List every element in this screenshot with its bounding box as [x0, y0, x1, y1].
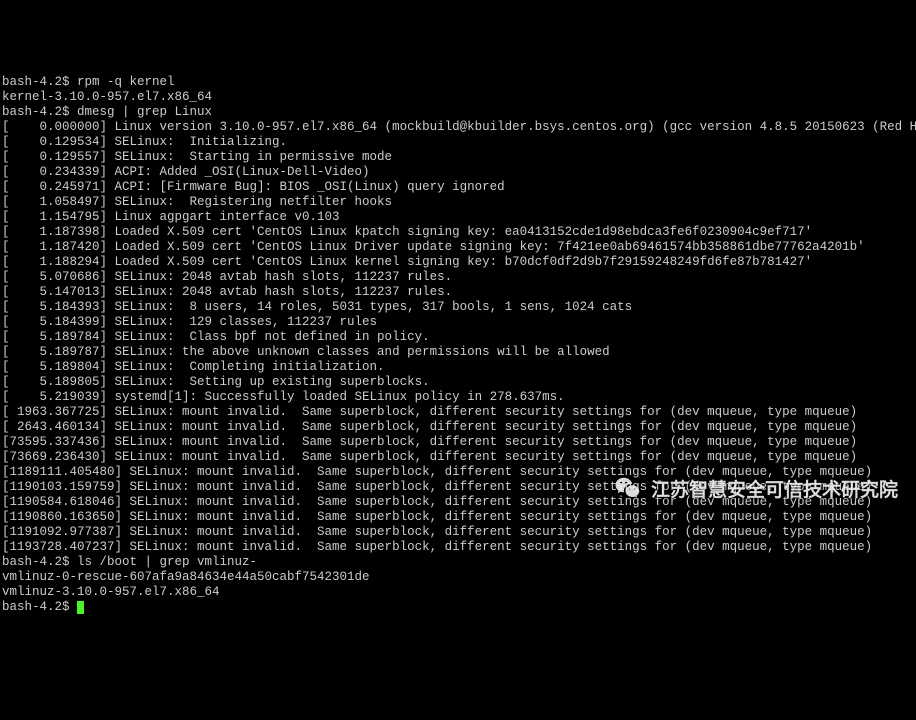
- prompt: bash-4.2$: [2, 105, 70, 119]
- output-ls-line: vmlinuz-3.10.0-957.el7.x86_64: [2, 585, 220, 599]
- prompt: bash-4.2$: [2, 75, 70, 89]
- terminal[interactable]: bash-4.2$ rpm -q kernel kernel-3.10.0-95…: [0, 60, 916, 615]
- cmd-dmesg: dmesg | grep Linux: [77, 105, 212, 119]
- prompt: bash-4.2$: [2, 555, 70, 569]
- output-dmesg: [ 0.000000] Linux version 3.10.0-957.el7…: [2, 120, 914, 555]
- cmd-ls: ls /boot | grep vmlinuz-: [77, 555, 257, 569]
- cmd-rpm: rpm -q kernel: [77, 75, 175, 89]
- prompt: bash-4.2$: [2, 600, 70, 614]
- output-ls-line: vmlinuz-0-rescue-607afa9a84634e44a50cabf…: [2, 570, 370, 584]
- output-rpm: kernel-3.10.0-957.el7.x86_64: [2, 90, 212, 104]
- cursor: [77, 601, 84, 614]
